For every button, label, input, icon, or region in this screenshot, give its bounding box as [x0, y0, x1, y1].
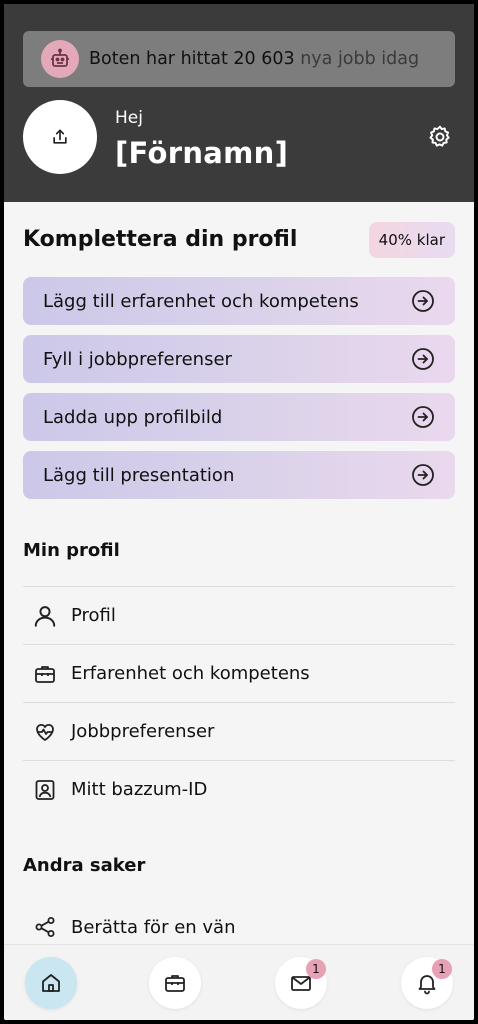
progress-badge: 40% klar — [368, 222, 455, 258]
my-profile-heading: Min profil — [23, 540, 120, 561]
robot-icon — [41, 40, 79, 78]
arrow-right-circle-icon — [411, 463, 435, 487]
menu-item-job-preferences[interactable]: Jobbpreferenser — [23, 702, 455, 760]
menu-item-label: Profil — [71, 605, 116, 626]
bot-banner-muted-text: nya jobb idag — [300, 49, 420, 69]
complete-profile-title: Komplettera din profil — [23, 227, 298, 252]
task-add-presentation[interactable]: Lägg till presentation — [23, 451, 455, 499]
task-upload-photo[interactable]: Ladda upp profilbild — [23, 393, 455, 441]
task-label: Lägg till presentation — [43, 464, 235, 486]
other-heading: Andra saker — [23, 855, 146, 876]
arrow-right-circle-icon — [411, 289, 435, 313]
menu-item-label: Jobbpreferenser — [71, 721, 215, 742]
bot-banner-text: Boten har hittat 20 603 nya jobb idag — [89, 49, 419, 69]
arrow-right-circle-icon — [411, 347, 435, 371]
nav-home[interactable] — [25, 957, 77, 1009]
briefcase-icon — [31, 660, 59, 688]
menu-item-label: Berätta för en vän — [71, 916, 236, 938]
my-profile-list: Profil Erfarenhet och kompetens Jobbpref… — [23, 586, 455, 818]
messages-badge: 1 — [306, 959, 326, 979]
id-card-icon — [31, 776, 59, 804]
task-job-preferences[interactable]: Fyll i jobbpreferenser — [23, 335, 455, 383]
bot-banner[interactable]: Boten har hittat 20 603 nya jobb idag — [23, 31, 455, 87]
share-icon — [31, 913, 59, 941]
profile-header: Boten har hittat 20 603 nya jobb idag He… — [4, 4, 474, 202]
bottom-navigation: 1 1 — [4, 944, 474, 1020]
menu-item-label: Erfarenhet och kompetens — [71, 663, 310, 684]
user-icon — [31, 602, 59, 630]
home-icon — [39, 971, 63, 995]
settings-button[interactable] — [426, 123, 454, 151]
app-screen: Boten har hittat 20 603 nya jobb idag He… — [4, 4, 474, 1020]
gear-icon — [427, 124, 453, 150]
nav-messages[interactable]: 1 — [275, 957, 327, 1009]
user-first-name: [Förnamn] — [115, 136, 289, 170]
briefcase-icon — [163, 971, 187, 995]
task-label: Ladda upp profilbild — [43, 406, 223, 428]
avatar-upload-button[interactable] — [23, 100, 97, 174]
task-label: Lägg till erfarenhet och kompetens — [43, 290, 359, 312]
arrow-right-circle-icon — [411, 405, 435, 429]
menu-item-label: Mitt bazzum-ID — [71, 779, 208, 800]
complete-profile-header: Komplettera din profil 40% klar — [23, 222, 455, 262]
task-label: Fyll i jobbpreferenser — [43, 348, 232, 370]
task-add-experience[interactable]: Lägg till erfarenhet och kompetens — [23, 277, 455, 325]
nav-jobs[interactable] — [149, 957, 201, 1009]
bot-banner-count-text: Boten har hittat 20 603 — [89, 49, 295, 69]
upload-icon — [50, 127, 70, 147]
menu-item-bazzum-id[interactable]: Mitt bazzum-ID — [23, 760, 455, 818]
nav-notifications[interactable]: 1 — [401, 957, 453, 1009]
notifications-badge: 1 — [432, 959, 452, 979]
greeting: Hej — [115, 108, 143, 128]
menu-item-profile[interactable]: Profil — [23, 586, 455, 644]
heart-pulse-icon — [31, 718, 59, 746]
menu-item-experience[interactable]: Erfarenhet och kompetens — [23, 644, 455, 702]
